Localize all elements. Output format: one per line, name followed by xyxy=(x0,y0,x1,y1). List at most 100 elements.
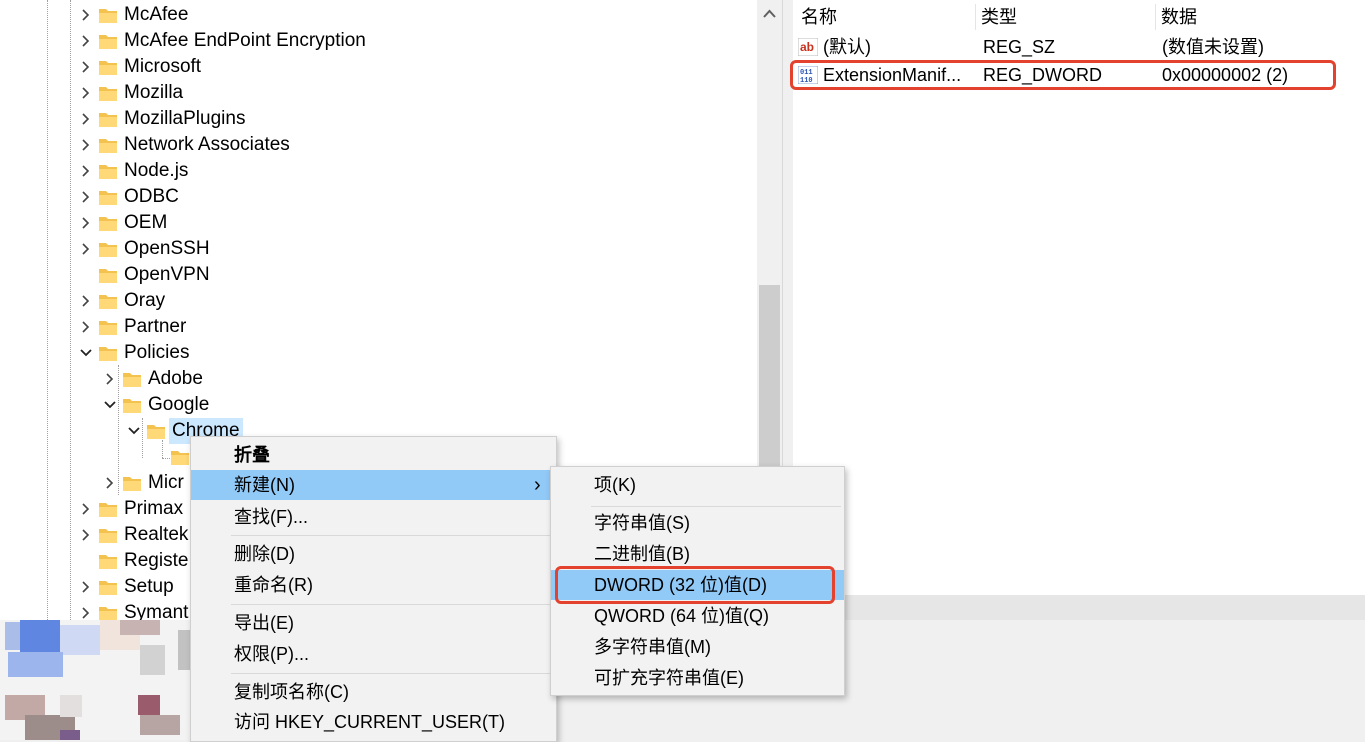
folder-icon xyxy=(99,321,117,335)
folder-icon xyxy=(99,347,117,361)
tree-node-label: Partner xyxy=(124,316,187,337)
chevron-down-icon[interactable] xyxy=(104,399,116,411)
chevron-right-icon[interactable] xyxy=(80,243,92,255)
chevron-down-icon[interactable] xyxy=(128,425,140,437)
chevron-right-icon[interactable] xyxy=(80,529,92,541)
folder-icon xyxy=(147,425,165,439)
chevron-down-icon[interactable] xyxy=(80,347,92,359)
menu-item-label: QWORD (64 位)值(Q) xyxy=(594,606,769,626)
menu-item-delete[interactable]: 删除(D) xyxy=(191,539,556,569)
tree-node-label: Policies xyxy=(124,342,190,363)
chevron-right-icon[interactable] xyxy=(80,113,92,125)
tree-node-label: Microsoft xyxy=(124,56,202,77)
menu-item-copy-key-name[interactable]: 复制项名称(C) xyxy=(191,677,556,707)
menu-item-label: 访问 HKEY_CURRENT_USER(T) xyxy=(234,712,506,732)
folder-icon xyxy=(99,581,117,595)
column-header-name[interactable]: 名称 xyxy=(801,0,837,34)
menu-item-label: 项(K) xyxy=(594,475,636,495)
menu-item-label: 权限(P)... xyxy=(234,644,309,664)
tree-node-label: McAfee EndPoint Encryption xyxy=(124,30,366,51)
folder-icon xyxy=(99,139,117,153)
column-header-data[interactable]: 数据 xyxy=(1161,0,1197,34)
chevron-right-icon[interactable] xyxy=(80,217,92,229)
menu-item-new-expandable-string[interactable]: 可扩充字符串值(E) xyxy=(551,663,844,693)
menu-item-new-string[interactable]: 字符串值(S) xyxy=(551,508,844,538)
chevron-right-icon[interactable] xyxy=(80,607,92,619)
tree-node-label: Symant xyxy=(124,602,189,620)
value-type: REG_SZ xyxy=(983,37,1056,57)
chevron-right-icon[interactable] xyxy=(80,9,92,21)
folder-icon xyxy=(99,87,117,101)
folder-icon xyxy=(99,9,117,23)
menu-item-label: 删除(D) xyxy=(234,544,295,564)
menu-item-rename[interactable]: 重命名(R) xyxy=(191,570,556,600)
folder-icon xyxy=(99,607,117,620)
context-menu: 折叠 新建(N) › 查找(F)... 删除(D) 重命名(R) 导出(E) 权… xyxy=(190,436,557,742)
chevron-right-icon[interactable] xyxy=(80,503,92,515)
menu-item-label: 多字符串值(M) xyxy=(594,637,711,657)
folder-icon xyxy=(99,503,117,517)
menu-separator xyxy=(231,673,551,674)
menu-separator xyxy=(591,506,841,507)
chevron-right-icon[interactable] xyxy=(80,61,92,73)
tree-node-label: Setup xyxy=(124,576,174,597)
menu-item-label: 可扩充字符串值(E) xyxy=(594,668,744,688)
folder-icon xyxy=(99,165,117,179)
chevron-right-icon[interactable] xyxy=(80,35,92,47)
chevron-right-icon[interactable] xyxy=(80,191,92,203)
chevron-right-icon[interactable] xyxy=(104,373,116,385)
column-separator[interactable] xyxy=(1155,4,1156,30)
chevron-right-icon[interactable] xyxy=(80,87,92,99)
blurred-background-region xyxy=(0,620,190,740)
menu-item-goto-hkcu[interactable]: 访问 HKEY_CURRENT_USER(T) xyxy=(191,707,556,737)
value-data: (数值未设置) xyxy=(1162,37,1264,57)
menu-item-label: 二进制值(B) xyxy=(594,544,690,564)
tree-node-label: Network Associates xyxy=(124,134,290,155)
submenu-arrow-icon: › xyxy=(534,474,541,496)
column-header-type[interactable]: 类型 xyxy=(981,0,1017,34)
menu-item-new-key[interactable]: 项(K) xyxy=(551,470,844,500)
folder-icon xyxy=(99,61,117,75)
menu-item-find[interactable]: 查找(F)... xyxy=(191,502,556,532)
scroll-up-icon[interactable] xyxy=(761,6,778,22)
tree-node-label: Google xyxy=(148,394,210,415)
chevron-right-icon[interactable] xyxy=(80,139,92,151)
folder-icon xyxy=(99,295,117,309)
menu-item-label: 新建(N) xyxy=(234,475,295,495)
tree-guide-line xyxy=(162,440,163,458)
value-row[interactable]: ab (默认) REG_SZ (数值未设置) xyxy=(793,33,1365,61)
menu-item-new[interactable]: 新建(N) › xyxy=(191,470,556,500)
horizontal-scrollbar[interactable] xyxy=(793,595,1365,620)
tree-node-label: Mozilla xyxy=(124,82,184,103)
chevron-right-icon[interactable] xyxy=(80,295,92,307)
string-value-icon: ab xyxy=(798,38,818,56)
tree-node-label: Oray xyxy=(124,290,166,311)
folder-icon xyxy=(99,555,117,569)
menu-item-permissions[interactable]: 权限(P)... xyxy=(191,639,556,669)
annotation-highlight-box xyxy=(790,60,1336,90)
tree-node-label: Micr xyxy=(148,472,184,493)
svg-text:ab: ab xyxy=(800,40,814,54)
chevron-right-icon[interactable] xyxy=(80,165,92,177)
folder-icon xyxy=(99,35,117,49)
menu-item-label: 复制项名称(C) xyxy=(234,682,349,702)
tree-guide-line xyxy=(70,0,71,620)
menu-item-new-binary[interactable]: 二进制值(B) xyxy=(551,539,844,569)
column-separator[interactable] xyxy=(975,4,976,30)
tree-node-label: Node.js xyxy=(124,160,189,181)
menu-item-export[interactable]: 导出(E) xyxy=(191,608,556,638)
tree-node-label: Registe xyxy=(124,550,189,571)
tree-node-label: Adobe xyxy=(148,368,203,389)
chevron-right-icon[interactable] xyxy=(80,321,92,333)
folder-icon xyxy=(123,373,141,387)
folder-icon xyxy=(99,191,117,205)
menu-item-collapse[interactable]: 折叠 xyxy=(191,440,556,470)
tree-node-label: MozillaPlugins xyxy=(124,108,246,129)
tree-node-label: McAfee xyxy=(124,4,189,25)
chevron-right-icon[interactable] xyxy=(80,581,92,593)
tree-guide-line xyxy=(47,0,48,620)
chevron-right-icon[interactable] xyxy=(104,477,116,489)
folder-icon xyxy=(123,477,141,491)
menu-item-new-qword[interactable]: QWORD (64 位)值(Q) xyxy=(551,601,844,631)
menu-item-new-multi-string[interactable]: 多字符串值(M) xyxy=(551,632,844,662)
